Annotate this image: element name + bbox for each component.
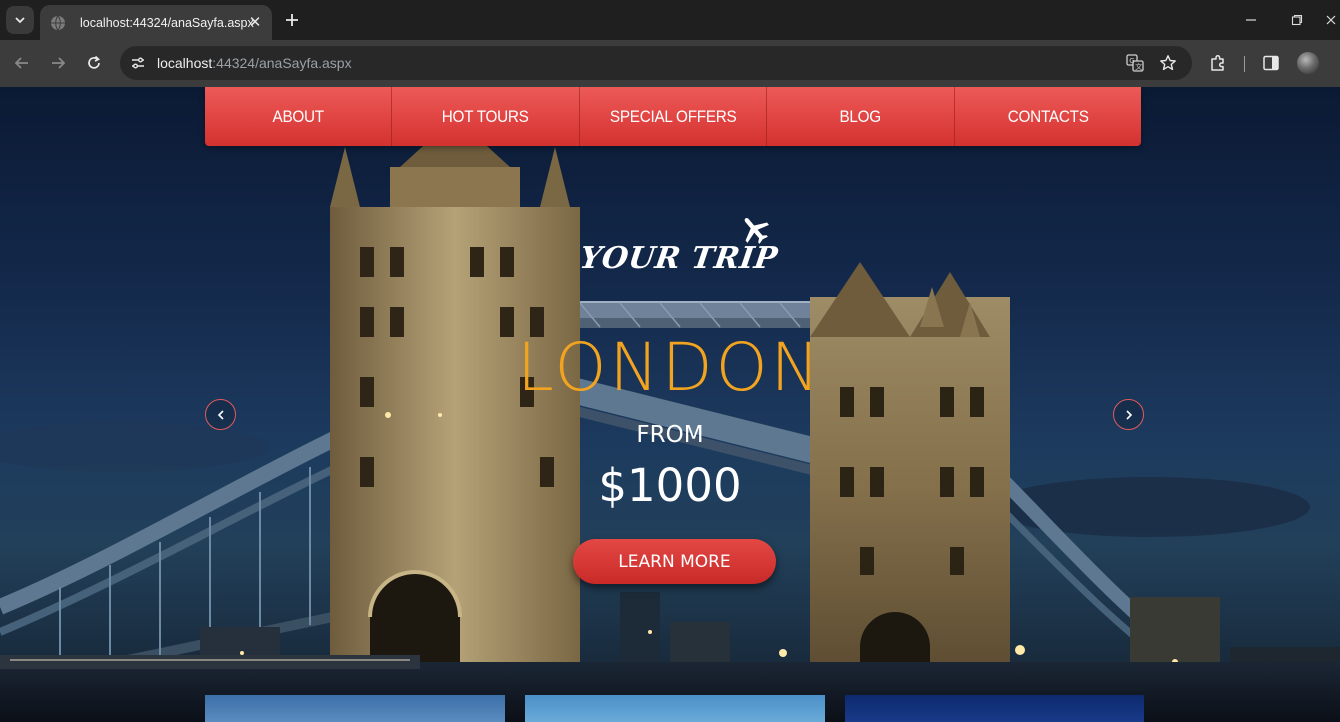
extensions-icon[interactable] xyxy=(1207,52,1229,74)
star-icon[interactable] xyxy=(1158,53,1178,73)
svg-text:G: G xyxy=(1129,57,1134,65)
url-host: localhost xyxy=(157,55,213,71)
nav-item-blog-label: BLOG xyxy=(839,106,882,126)
hero-price: $1000 xyxy=(598,459,742,512)
tour-card-thumbnail[interactable] xyxy=(525,695,825,722)
tour-card-thumbnail[interactable] xyxy=(845,695,1144,722)
hero-slider: ABOUT HOT TOURS SPECIAL OFFERS BLOG CONT… xyxy=(0,87,1340,722)
svg-text:文: 文 xyxy=(1135,62,1142,71)
airplane-icon xyxy=(744,218,769,244)
tab-search-button[interactable] xyxy=(6,6,34,34)
reload-icon[interactable] xyxy=(82,51,106,75)
nav-item-contacts-label: CONTACTS xyxy=(1007,106,1089,126)
main-nav-menu: ABOUT HOT TOURS SPECIAL OFFERS BLOG CONT… xyxy=(205,87,1141,146)
learn-more-button[interactable]: LEARN MORE xyxy=(573,539,776,584)
tab-title: localhost:44324/anaSayfa.aspx xyxy=(80,15,254,30)
chevron-left-icon xyxy=(217,409,224,420)
nav-item-blog[interactable]: BLOG xyxy=(766,87,953,146)
translate-icon[interactable]: G文 xyxy=(1125,53,1145,73)
address-bar[interactable]: localhost:44324/anaSayfa.aspx G文 xyxy=(120,46,1192,80)
globe-icon xyxy=(50,15,66,31)
url-text[interactable]: localhost:44324/anaSayfa.aspx xyxy=(157,55,352,71)
side-panel-icon[interactable] xyxy=(1260,52,1282,74)
slider-next-button[interactable] xyxy=(1113,399,1144,430)
forward-arrow-icon[interactable] xyxy=(46,51,70,75)
back-arrow-icon[interactable] xyxy=(10,51,34,75)
nav-item-contacts[interactable]: CONTACTS xyxy=(953,87,1141,146)
tour-card-thumbnail[interactable] xyxy=(205,695,505,722)
browser-tab[interactable]: localhost:44324/anaSayfa.aspx ✕ xyxy=(40,5,272,40)
site-logo[interactable]: YOUR TRIP xyxy=(578,218,780,281)
nav-item-about-label: ABOUT xyxy=(272,106,325,126)
profile-avatar[interactable] xyxy=(1297,52,1319,74)
hero-city-title: LONDON xyxy=(517,329,823,406)
restore-icon[interactable] xyxy=(1287,10,1307,30)
page-viewport: ABOUT HOT TOURS SPECIAL OFFERS BLOG CONT… xyxy=(0,87,1340,722)
browser-tab-strip: localhost:44324/anaSayfa.aspx ✕ xyxy=(0,0,1340,40)
nav-item-hot-tours[interactable]: HOT TOURS xyxy=(391,87,578,146)
nav-item-special-offers-label: SPECIAL OFFERS xyxy=(609,106,737,126)
slider-prev-button[interactable] xyxy=(205,399,236,430)
browser-toolbar: localhost:44324/anaSayfa.aspx G文 xyxy=(0,40,1340,87)
close-window-icon[interactable] xyxy=(1324,10,1338,30)
close-icon[interactable]: ✕ xyxy=(246,13,264,31)
plus-icon[interactable] xyxy=(280,8,304,32)
nav-item-about[interactable]: ABOUT xyxy=(205,87,391,146)
nav-item-special-offers[interactable]: SPECIAL OFFERS xyxy=(578,87,766,146)
chevron-right-icon xyxy=(1125,409,1132,420)
minimize-icon[interactable] xyxy=(1241,10,1261,30)
url-path: :44324/anaSayfa.aspx xyxy=(212,55,352,71)
chevron-down-icon xyxy=(15,17,25,24)
site-info-icon[interactable] xyxy=(128,53,148,73)
nav-item-hot-tours-label: HOT TOURS xyxy=(442,106,530,126)
toolbar-divider xyxy=(1244,56,1245,72)
